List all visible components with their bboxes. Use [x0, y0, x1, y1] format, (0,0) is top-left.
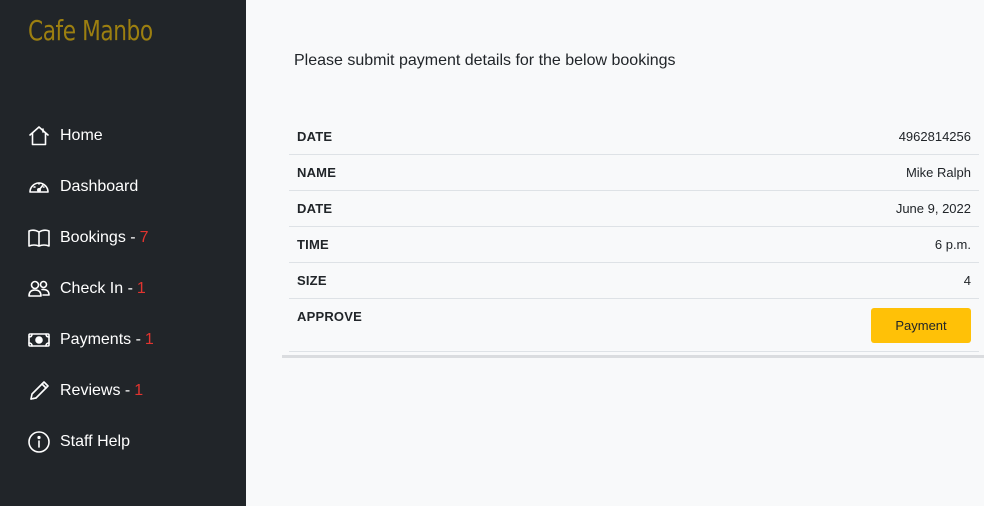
row-value: Mike Ralph [905, 165, 971, 180]
sidebar-item-check-in[interactable]: Check In - 1 [0, 263, 246, 314]
payment-button[interactable]: Payment [871, 308, 971, 343]
table-row: TIME 6 p.m. [289, 227, 979, 263]
book-icon [27, 226, 51, 250]
bookings-count: 7 [139, 228, 149, 246]
info-icon [27, 430, 51, 454]
sidebar-item-label: Payments - [60, 330, 141, 348]
page-intro: Please submit payment details for the be… [294, 52, 676, 69]
brand-logo[interactable]: Cafe Manbo [28, 14, 153, 47]
sidebar-item-reviews[interactable]: Reviews - 1 [0, 365, 246, 416]
main-content: Please submit payment details for the be… [246, 0, 984, 506]
check-in-count: 1 [136, 279, 146, 297]
row-label: TIME [297, 237, 329, 252]
row-value: June 9, 2022 [895, 201, 971, 216]
cash-icon [27, 328, 51, 352]
table-row: APPROVE Payment [289, 299, 979, 352]
sidebar: Cafe Manbo Home Dashboard Bookings - 7 C… [0, 0, 246, 506]
people-icon [27, 277, 51, 301]
sidebar-item-label: Home [60, 126, 103, 144]
row-label: APPROVE [297, 309, 362, 324]
table-row: DATE 4962814256 [289, 119, 979, 155]
sidebar-item-payments[interactable]: Payments - 1 [0, 314, 246, 365]
sidebar-item-label: Bookings - [60, 228, 136, 246]
row-value: 6 p.m. [934, 237, 971, 252]
sidebar-item-dashboard[interactable]: Dashboard [0, 161, 246, 212]
row-value: 4 [963, 273, 971, 288]
table-divider [282, 355, 984, 358]
row-label: NAME [297, 165, 337, 180]
booking-details-table: DATE 4962814256 NAME Mike Ralph DATE Jun… [289, 119, 979, 352]
row-label: SIZE [297, 273, 327, 288]
speedometer-icon [27, 175, 51, 199]
sidebar-item-label: Check In - [60, 279, 133, 297]
table-row: NAME Mike Ralph [289, 155, 979, 191]
sidebar-item-label: Dashboard [60, 177, 139, 195]
row-label: DATE [297, 129, 333, 144]
home-icon [27, 124, 51, 148]
sidebar-item-staff-help[interactable]: Staff Help [0, 416, 246, 467]
sidebar-item-bookings[interactable]: Bookings - 7 [0, 212, 246, 263]
sidebar-item-label: Staff Help [60, 432, 130, 450]
row-value: 4962814256 [898, 129, 971, 144]
table-row: DATE June 9, 2022 [289, 191, 979, 227]
sidebar-nav: Home Dashboard Bookings - 7 Check In - 1 [0, 110, 246, 467]
table-row: SIZE 4 [289, 263, 979, 299]
row-label: DATE [297, 201, 333, 216]
reviews-count: 1 [134, 381, 144, 399]
sidebar-item-label: Reviews - [60, 381, 131, 399]
payments-count: 1 [144, 330, 154, 348]
pencil-icon [27, 379, 51, 403]
sidebar-item-home[interactable]: Home [0, 110, 246, 161]
